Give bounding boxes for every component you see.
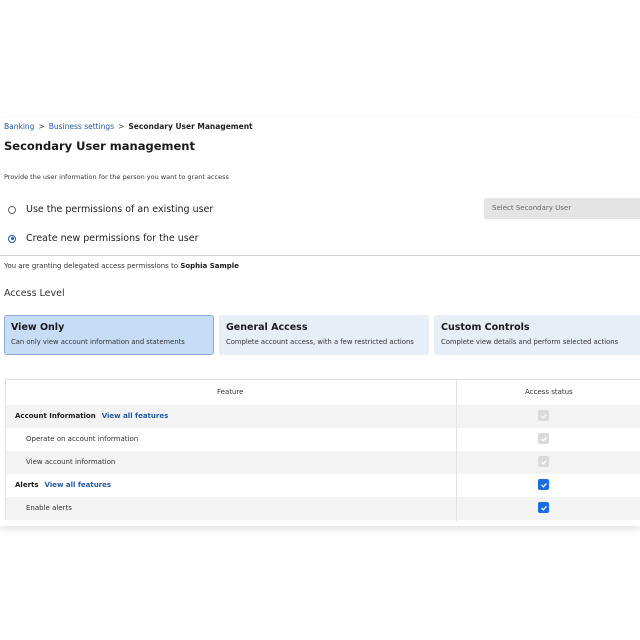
feature-label: Enable alerts bbox=[26, 504, 72, 512]
access-card-title: View Only bbox=[11, 322, 65, 333]
checkbox-checked-icon[interactable] bbox=[538, 502, 549, 513]
access-level-label: Access Level bbox=[4, 288, 65, 299]
access-card-title: General Access bbox=[226, 322, 308, 333]
option-existing-label: Use the permissions of an existing user bbox=[26, 204, 214, 215]
option-new-permissions[interactable]: Create new permissions for the user bbox=[8, 233, 199, 244]
section-divider bbox=[0, 255, 640, 256]
column-divider bbox=[456, 380, 457, 521]
select-secondary-user-dropdown[interactable]: Select Secondary User bbox=[484, 198, 640, 219]
access-card-description: Can only view account information and st… bbox=[11, 338, 185, 346]
feature-group-label: Account Information View all features bbox=[15, 405, 168, 428]
breadcrumb-link-business-settings[interactable]: Business settings bbox=[49, 122, 114, 131]
granting-message: You are granting delegated access permis… bbox=[4, 262, 239, 270]
table-row-view-account: View account information bbox=[6, 451, 640, 474]
table-row-account-information: Account Information View all features bbox=[6, 405, 640, 428]
radio-checked-icon[interactable] bbox=[8, 234, 16, 243]
feature-access-table: Feature Access status Account Informatio… bbox=[5, 379, 640, 521]
granting-prefix: You are granting delegated access permis… bbox=[4, 262, 179, 270]
breadcrumb-separator: > bbox=[118, 122, 125, 131]
table-row-alerts: Alerts View all features bbox=[6, 474, 640, 497]
option-new-label: Create new permissions for the user bbox=[26, 233, 199, 244]
feature-label: Operate on account information bbox=[26, 435, 139, 443]
table-row-operate-account: Operate on account information bbox=[6, 428, 640, 451]
column-header-feature: Feature bbox=[217, 388, 244, 396]
access-card-custom-controls[interactable]: Custom Controls Complete view details an… bbox=[434, 315, 640, 355]
access-card-view-only[interactable]: View Only Can only view account informat… bbox=[4, 315, 214, 355]
checkbox-checked-icon[interactable] bbox=[538, 479, 549, 490]
option-existing-permissions[interactable]: Use the permissions of an existing user bbox=[8, 204, 213, 215]
secondary-user-panel: Banking > Business settings > Secondary User… bbox=[0, 118, 640, 526]
radio-unchecked-icon[interactable] bbox=[8, 205, 16, 214]
feature-group-label: Alerts View all features bbox=[15, 474, 111, 497]
access-card-title: Custom Controls bbox=[441, 322, 530, 333]
view-all-features-link[interactable]: View all features bbox=[45, 481, 112, 489]
breadcrumb-link-banking[interactable]: Banking bbox=[4, 122, 34, 131]
page-title: Secondary User management bbox=[4, 139, 195, 153]
instruction-text: Provide the user information for the per… bbox=[4, 173, 229, 181]
table-row-enable-alerts: Enable alerts bbox=[6, 497, 640, 520]
feature-group-name: Alerts bbox=[15, 481, 39, 489]
checkbox-checked-icon bbox=[538, 456, 549, 467]
breadcrumb-separator: > bbox=[38, 122, 45, 131]
feature-label: View account information bbox=[26, 458, 116, 466]
access-card-description: Complete account access, with a few rest… bbox=[226, 338, 414, 346]
column-header-access-status: Access status bbox=[525, 388, 573, 396]
granting-user-name: Sophia Sample bbox=[180, 262, 239, 270]
access-card-description: Complete view details and perform select… bbox=[441, 338, 619, 346]
checkbox-checked-icon bbox=[538, 410, 549, 421]
view-all-features-link[interactable]: View all features bbox=[102, 412, 169, 420]
checkbox-checked-icon bbox=[538, 433, 549, 444]
breadcrumb: Banking > Business settings > Secondary User… bbox=[4, 122, 253, 131]
feature-group-name: Account Information bbox=[15, 412, 96, 420]
breadcrumb-current: Secondary User Management bbox=[128, 122, 253, 131]
access-card-general-access[interactable]: General Access Complete account access, … bbox=[219, 315, 429, 355]
